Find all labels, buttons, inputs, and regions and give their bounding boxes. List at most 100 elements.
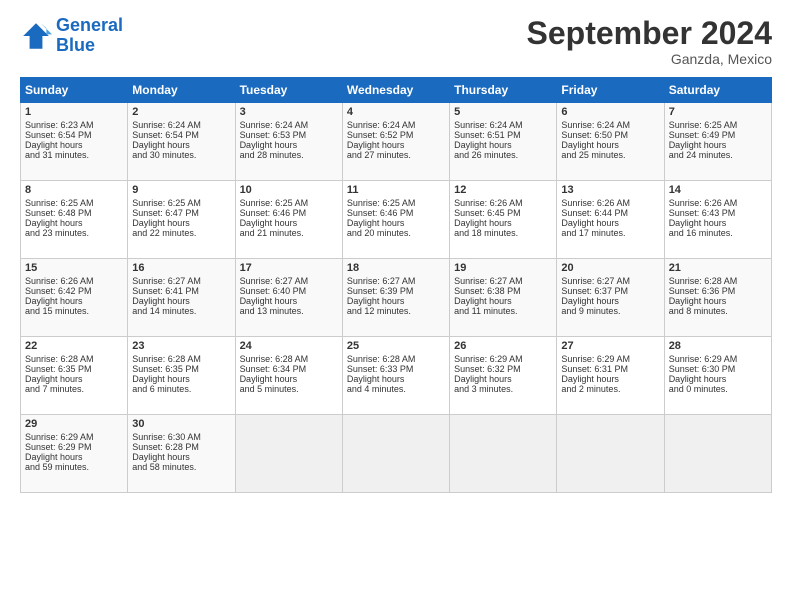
daylight-label: Daylight hours — [561, 140, 619, 150]
col-tuesday: Tuesday — [235, 78, 342, 103]
sunrise-text: Sunrise: 6:27 AM — [240, 276, 309, 286]
table-row: 26Sunrise: 6:29 AMSunset: 6:32 PMDayligh… — [450, 337, 557, 415]
table-row: 19Sunrise: 6:27 AMSunset: 6:38 PMDayligh… — [450, 259, 557, 337]
table-row: 25Sunrise: 6:28 AMSunset: 6:33 PMDayligh… — [342, 337, 449, 415]
sunrise-text: Sunrise: 6:28 AM — [669, 276, 738, 286]
daylight-value: and 24 minutes. — [669, 150, 733, 160]
day-number: 2 — [132, 106, 230, 118]
sunset-text: Sunset: 6:46 PM — [240, 208, 307, 218]
week-row-3: 15Sunrise: 6:26 AMSunset: 6:42 PMDayligh… — [21, 259, 772, 337]
daylight-label: Daylight hours — [132, 218, 190, 228]
logo-text: General Blue — [56, 16, 123, 56]
sunset-text: Sunset: 6:30 PM — [669, 364, 736, 374]
sunrise-text: Sunrise: 6:26 AM — [25, 276, 94, 286]
table-row: 28Sunrise: 6:29 AMSunset: 6:30 PMDayligh… — [664, 337, 771, 415]
table-row — [235, 415, 342, 493]
daylight-value: and 3 minutes. — [454, 384, 513, 394]
sunrise-text: Sunrise: 6:28 AM — [25, 354, 94, 364]
daylight-label: Daylight hours — [132, 374, 190, 384]
day-number: 22 — [25, 340, 123, 352]
sunrise-text: Sunrise: 6:28 AM — [132, 354, 201, 364]
table-row: 14Sunrise: 6:26 AMSunset: 6:43 PMDayligh… — [664, 181, 771, 259]
table-row: 22Sunrise: 6:28 AMSunset: 6:35 PMDayligh… — [21, 337, 128, 415]
day-number: 9 — [132, 184, 230, 196]
daylight-label: Daylight hours — [561, 218, 619, 228]
daylight-value: and 16 minutes. — [669, 228, 733, 238]
daylight-label: Daylight hours — [132, 296, 190, 306]
table-row: 5Sunrise: 6:24 AMSunset: 6:51 PMDaylight… — [450, 103, 557, 181]
table-row: 11Sunrise: 6:25 AMSunset: 6:46 PMDayligh… — [342, 181, 449, 259]
table-row: 24Sunrise: 6:28 AMSunset: 6:34 PMDayligh… — [235, 337, 342, 415]
daylight-value: and 31 minutes. — [25, 150, 89, 160]
sunrise-text: Sunrise: 6:28 AM — [240, 354, 309, 364]
daylight-label: Daylight hours — [454, 140, 512, 150]
daylight-value: and 9 minutes. — [561, 306, 620, 316]
sunrise-text: Sunrise: 6:29 AM — [669, 354, 738, 364]
daylight-label: Daylight hours — [25, 452, 83, 462]
daylight-label: Daylight hours — [240, 374, 298, 384]
sunset-text: Sunset: 6:54 PM — [25, 130, 92, 140]
sunset-text: Sunset: 6:28 PM — [132, 442, 199, 452]
sunrise-text: Sunrise: 6:25 AM — [132, 198, 201, 208]
daylight-value: and 12 minutes. — [347, 306, 411, 316]
daylight-value: and 18 minutes. — [454, 228, 518, 238]
daylight-label: Daylight hours — [561, 374, 619, 384]
daylight-value: and 30 minutes. — [132, 150, 196, 160]
daylight-value: and 28 minutes. — [240, 150, 304, 160]
sunset-text: Sunset: 6:51 PM — [454, 130, 521, 140]
sunrise-text: Sunrise: 6:26 AM — [454, 198, 523, 208]
sunset-text: Sunset: 6:42 PM — [25, 286, 92, 296]
daylight-value: and 20 minutes. — [347, 228, 411, 238]
logo-icon — [20, 20, 52, 52]
sunrise-text: Sunrise: 6:25 AM — [347, 198, 416, 208]
daylight-value: and 7 minutes. — [25, 384, 84, 394]
sunrise-text: Sunrise: 6:26 AM — [561, 198, 630, 208]
daylight-label: Daylight hours — [347, 296, 405, 306]
location: Ganzda, Mexico — [527, 51, 772, 67]
sunrise-text: Sunrise: 6:29 AM — [25, 432, 94, 442]
logo: General Blue — [20, 16, 123, 56]
sunrise-text: Sunrise: 6:24 AM — [132, 120, 201, 130]
table-row: 27Sunrise: 6:29 AMSunset: 6:31 PMDayligh… — [557, 337, 664, 415]
sunrise-text: Sunrise: 6:30 AM — [132, 432, 201, 442]
sunset-text: Sunset: 6:37 PM — [561, 286, 628, 296]
daylight-label: Daylight hours — [669, 140, 727, 150]
day-number: 1 — [25, 106, 123, 118]
day-number: 29 — [25, 418, 123, 430]
header-row: Sunday Monday Tuesday Wednesday Thursday… — [21, 78, 772, 103]
daylight-value: and 21 minutes. — [240, 228, 304, 238]
week-row-1: 1Sunrise: 6:23 AMSunset: 6:54 PMDaylight… — [21, 103, 772, 181]
table-row: 23Sunrise: 6:28 AMSunset: 6:35 PMDayligh… — [128, 337, 235, 415]
table-row — [664, 415, 771, 493]
daylight-value: and 58 minutes. — [132, 462, 196, 472]
sunset-text: Sunset: 6:52 PM — [347, 130, 414, 140]
day-number: 21 — [669, 262, 767, 274]
table-row: 2Sunrise: 6:24 AMSunset: 6:54 PMDaylight… — [128, 103, 235, 181]
day-number: 8 — [25, 184, 123, 196]
sunset-text: Sunset: 6:35 PM — [132, 364, 199, 374]
day-number: 3 — [240, 106, 338, 118]
daylight-label: Daylight hours — [25, 218, 83, 228]
table-row: 1Sunrise: 6:23 AMSunset: 6:54 PMDaylight… — [21, 103, 128, 181]
day-number: 5 — [454, 106, 552, 118]
col-sunday: Sunday — [21, 78, 128, 103]
daylight-label: Daylight hours — [669, 218, 727, 228]
daylight-label: Daylight hours — [240, 296, 298, 306]
daylight-value: and 27 minutes. — [347, 150, 411, 160]
sunset-text: Sunset: 6:44 PM — [561, 208, 628, 218]
day-number: 14 — [669, 184, 767, 196]
day-number: 13 — [561, 184, 659, 196]
col-friday: Friday — [557, 78, 664, 103]
daylight-label: Daylight hours — [669, 374, 727, 384]
daylight-value: and 25 minutes. — [561, 150, 625, 160]
daylight-value: and 6 minutes. — [132, 384, 191, 394]
sunrise-text: Sunrise: 6:25 AM — [25, 198, 94, 208]
table-row: 12Sunrise: 6:26 AMSunset: 6:45 PMDayligh… — [450, 181, 557, 259]
daylight-label: Daylight hours — [240, 218, 298, 228]
day-number: 24 — [240, 340, 338, 352]
sunrise-text: Sunrise: 6:26 AM — [669, 198, 738, 208]
table-row: 17Sunrise: 6:27 AMSunset: 6:40 PMDayligh… — [235, 259, 342, 337]
daylight-label: Daylight hours — [454, 296, 512, 306]
sunset-text: Sunset: 6:54 PM — [132, 130, 199, 140]
sunset-text: Sunset: 6:29 PM — [25, 442, 92, 452]
